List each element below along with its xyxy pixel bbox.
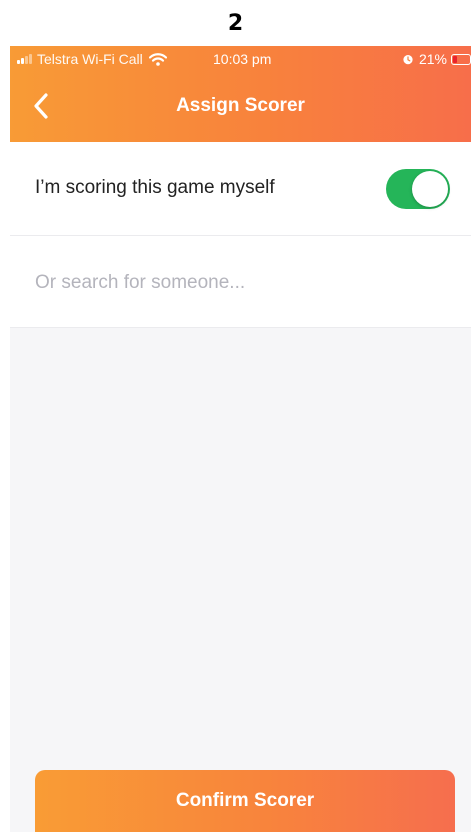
scorer-search-input[interactable] xyxy=(35,267,445,299)
status-time: 10:03 pm xyxy=(213,51,272,67)
status-bar: Telstra Wi-Fi Call 10:03 pm 21% xyxy=(10,46,471,72)
alarm-icon xyxy=(403,55,413,65)
wifi-icon xyxy=(148,52,167,66)
status-bar-left: Telstra Wi-Fi Call xyxy=(17,51,167,67)
search-results-area xyxy=(10,328,471,832)
app-header: Telstra Wi-Fi Call 10:03 pm 21% Assign S… xyxy=(10,46,471,142)
signal-icon xyxy=(17,54,33,64)
confirm-scorer-button[interactable]: Confirm Scorer xyxy=(35,770,455,832)
search-row xyxy=(10,237,471,328)
self-scoring-row: I’m scoring this game myself xyxy=(10,142,471,236)
battery-icon xyxy=(451,53,471,65)
battery-percent: 21% xyxy=(418,51,447,67)
page-number: 2 xyxy=(227,10,244,36)
self-scoring-toggle[interactable] xyxy=(386,169,450,209)
status-bar-right: 21% xyxy=(402,51,471,67)
page-title: Assign Scorer xyxy=(176,95,305,116)
battery-level xyxy=(453,55,457,63)
carrier-name: Telstra Wi-Fi Call xyxy=(37,51,143,67)
toggle-knob xyxy=(412,171,448,207)
self-scoring-label: I’m scoring this game myself xyxy=(35,177,275,198)
